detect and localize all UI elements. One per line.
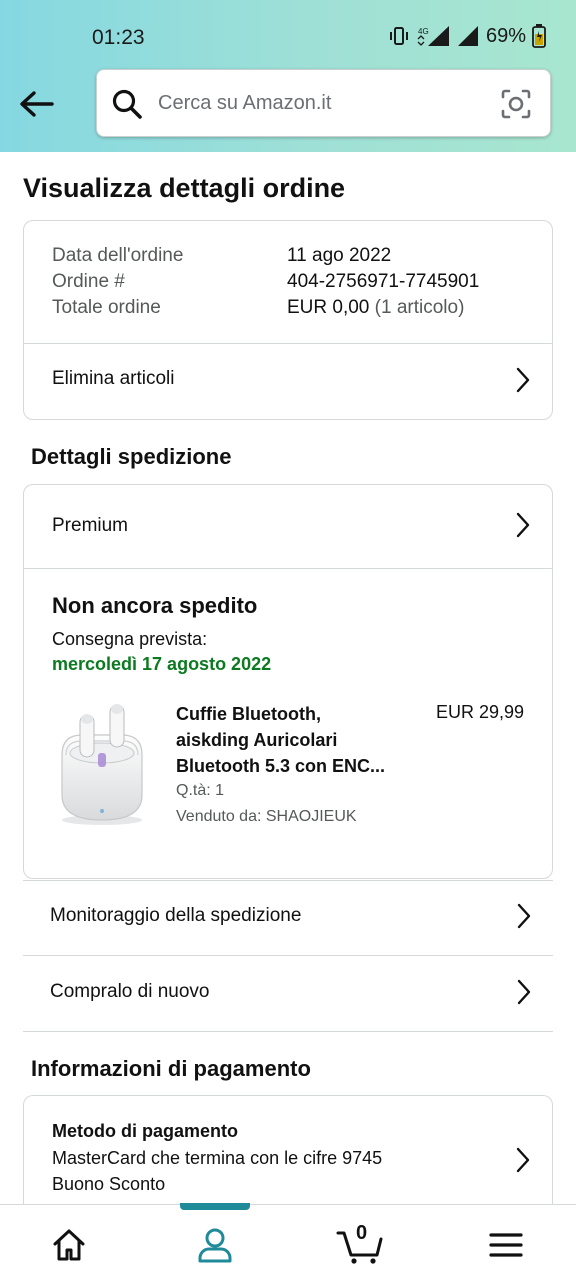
order-total-value: EUR 0,00 (1 articolo) xyxy=(287,297,464,319)
camera-icon[interactable] xyxy=(500,88,532,125)
chevron-right-icon xyxy=(514,1146,532,1179)
chevron-right-icon xyxy=(515,978,533,1011)
divider xyxy=(24,568,552,569)
shipping-method-row[interactable]: Premium xyxy=(24,485,552,568)
track-shipment-link[interactable]: Monitoraggio della spedizione xyxy=(50,905,301,927)
order-number-row: Ordine # 404-2756971-7745901 xyxy=(52,271,479,293)
order-total-label: Totale ordine xyxy=(52,297,161,318)
buy-again-row[interactable]: Compralo di nuovo xyxy=(23,956,553,1031)
order-date-row: Data dell'ordine 11 ago 2022 xyxy=(52,245,391,267)
track-shipment-row[interactable]: Monitoraggio della spedizione xyxy=(23,881,553,955)
product-quantity: Q.tà: 1 xyxy=(176,782,225,799)
order-total-row: Totale ordine EUR 0,00 (1 articolo) xyxy=(52,297,464,319)
chevron-right-icon xyxy=(514,511,532,544)
payment-card-info: MasterCard che termina con le cifre 9745 xyxy=(52,1148,383,1168)
order-total-amount: EUR 0,00 xyxy=(287,297,370,318)
menu-icon[interactable] xyxy=(486,1225,526,1265)
divider xyxy=(23,1031,553,1032)
back-arrow-icon[interactable] xyxy=(16,84,56,124)
svg-text:4G: 4G xyxy=(418,27,429,36)
expected-delivery-date: mercoledì 17 agosto 2022 xyxy=(52,654,272,674)
shipping-method-label: Premium xyxy=(52,515,129,536)
signal-icon xyxy=(456,25,480,47)
product-title[interactable]: Cuffie Bluetooth, aiskding Auricolari Bl… xyxy=(176,701,411,779)
bottom-nav xyxy=(0,1203,576,1280)
home-icon[interactable] xyxy=(49,1225,89,1265)
payment-method-title: Metodo di pagamento xyxy=(52,1121,238,1141)
battery-percent: 69% xyxy=(485,24,526,47)
chevron-right-icon xyxy=(515,902,533,935)
order-number-label: Ordine # xyxy=(52,271,125,292)
delete-items-row[interactable]: Elimina articoli xyxy=(24,344,552,420)
product-seller: Venduto da: SHAOJIEUK xyxy=(176,808,357,825)
shipping-card: Premium Non ancora spedito Consegna prev… xyxy=(23,484,553,879)
vibrate-icon xyxy=(388,25,410,47)
product-price: EUR 29,99 xyxy=(435,702,524,722)
order-date-label: Data dell'ordine xyxy=(52,245,184,266)
search-box[interactable]: Cerca su Amazon.it xyxy=(96,69,551,137)
search-input[interactable]: Cerca su Amazon.it xyxy=(158,92,331,115)
product-title-line: Bluetooth 5.3 con ENC... xyxy=(176,756,386,776)
payment-section-title: Informazioni di pagamento xyxy=(31,1056,311,1081)
signal-4g-icon: 4G xyxy=(416,25,450,47)
status-icons: 4G 69% xyxy=(388,24,546,48)
product-title-line: aiskding Auricolari xyxy=(176,730,338,750)
shipping-status: Non ancora spedito xyxy=(52,593,258,618)
page-title: Visualizza dettagli ordine xyxy=(23,173,346,203)
delete-items-link[interactable]: Elimina articoli xyxy=(52,368,174,390)
battery-icon xyxy=(532,24,546,48)
cart-count: 0 xyxy=(356,1222,368,1244)
order-summary-card: Data dell'ordine 11 ago 2022 Ordine # 40… xyxy=(23,220,553,420)
buy-again-link[interactable]: Compralo di nuovo xyxy=(50,981,209,1003)
product-title-line: Cuffie Bluetooth, xyxy=(176,704,321,724)
header: 01:23 4G 69% Cerca su Amazon.it xyxy=(0,0,576,152)
search-icon xyxy=(111,88,143,125)
status-time: 01:23 xyxy=(92,26,145,49)
order-number-value: 404-2756971-7745901 xyxy=(287,271,480,292)
account-icon[interactable] xyxy=(195,1225,235,1265)
active-tab-indicator xyxy=(180,1203,250,1210)
order-date-value: 11 ago 2022 xyxy=(287,245,392,266)
payment-voucher: Buono Sconto xyxy=(52,1174,166,1194)
expected-delivery-label: Consegna prevista: xyxy=(52,629,208,649)
order-total-count: (1 articolo) xyxy=(374,297,465,318)
shipping-section-title: Dettagli spedizione xyxy=(31,444,232,469)
chevron-right-icon xyxy=(514,366,532,399)
product-image[interactable] xyxy=(52,695,152,835)
